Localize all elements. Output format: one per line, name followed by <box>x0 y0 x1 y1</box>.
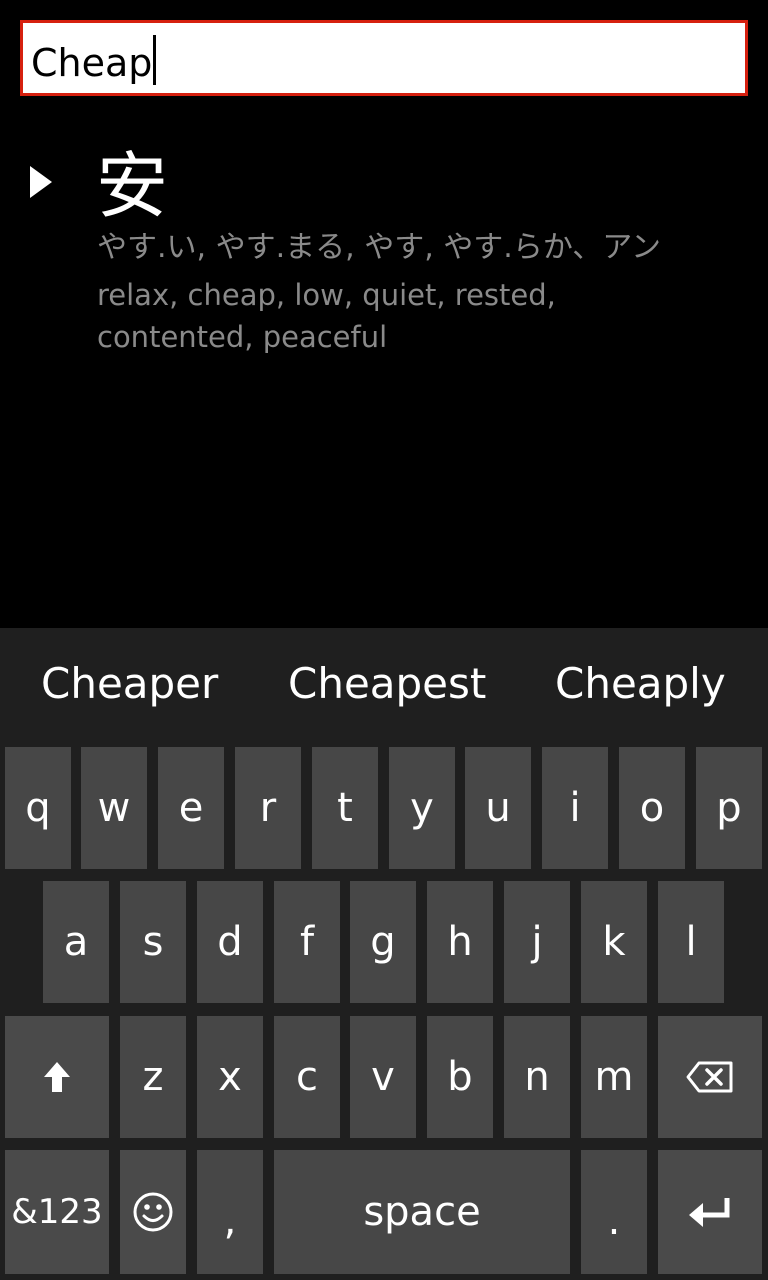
emoji-icon <box>133 1192 173 1232</box>
key-e[interactable]: e <box>158 747 224 869</box>
text-caret <box>153 35 157 85</box>
key-i[interactable]: i <box>542 747 608 869</box>
search-input-text: Cheap <box>31 35 157 86</box>
key-h[interactable]: h <box>427 881 493 1003</box>
key-c[interactable]: c <box>274 1016 340 1138</box>
key-f[interactable]: f <box>274 881 340 1003</box>
key-l[interactable]: l <box>658 881 724 1003</box>
backspace-icon <box>686 1061 733 1093</box>
key-r[interactable]: r <box>235 747 301 869</box>
key-w[interactable]: w <box>81 747 147 869</box>
key-b[interactable]: b <box>427 1016 493 1138</box>
shift-key[interactable] <box>5 1016 109 1138</box>
key-p[interactable]: p <box>696 747 762 869</box>
enter-key[interactable] <box>658 1150 762 1274</box>
backspace-key[interactable] <box>658 1016 762 1138</box>
expand-arrow-icon[interactable] <box>30 166 52 198</box>
key-d[interactable]: d <box>197 881 263 1003</box>
key-m[interactable]: m <box>581 1016 647 1138</box>
key-j[interactable]: j <box>504 881 570 1003</box>
symbols-key[interactable]: &123 <box>5 1150 109 1274</box>
key-a[interactable]: a <box>43 881 109 1003</box>
suggestion-1[interactable]: Cheaper <box>41 658 218 710</box>
shift-icon <box>44 1062 70 1092</box>
result-meanings: relax, cheap, low, quiet, rested, conten… <box>97 278 556 354</box>
key-v[interactable]: v <box>350 1016 416 1138</box>
search-input[interactable]: Cheap <box>20 20 748 96</box>
on-screen-keyboard: Cheaper Cheapest Cheaply q w e r t y u i… <box>0 628 768 1280</box>
suggestion-2[interactable]: Cheapest <box>288 658 486 710</box>
key-n[interactable]: n <box>504 1016 570 1138</box>
key-y[interactable]: y <box>389 747 455 869</box>
key-z[interactable]: z <box>120 1016 186 1138</box>
key-k[interactable]: k <box>581 881 647 1003</box>
key-g[interactable]: g <box>350 881 416 1003</box>
key-o[interactable]: o <box>619 747 685 869</box>
key-u[interactable]: u <box>465 747 531 869</box>
comma-key[interactable]: , <box>197 1150 263 1274</box>
result-readings: やす.い, やす.まる, やす, やす.らか、アン <box>97 230 662 265</box>
suggestion-3[interactable]: Cheaply <box>555 658 726 710</box>
emoji-key[interactable] <box>120 1150 186 1274</box>
enter-icon <box>689 1198 730 1227</box>
key-q[interactable]: q <box>5 747 71 869</box>
key-t[interactable]: t <box>312 747 378 869</box>
period-key[interactable]: . <box>581 1150 647 1274</box>
key-x[interactable]: x <box>197 1016 263 1138</box>
space-key[interactable]: space <box>274 1150 570 1274</box>
result-kanji: 安 <box>96 144 169 228</box>
key-s[interactable]: s <box>120 881 186 1003</box>
